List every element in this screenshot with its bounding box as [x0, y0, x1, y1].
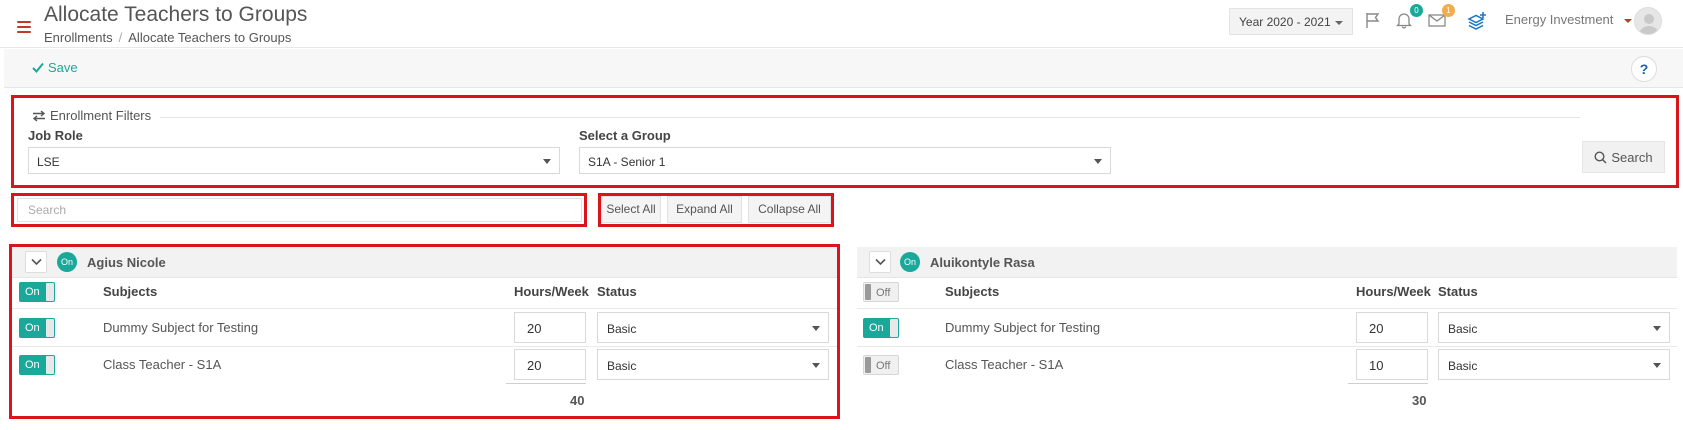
- breadcrumb: Enrollments / Allocate Teachers to Groups: [44, 30, 291, 45]
- status-select[interactable]: Basic: [1438, 349, 1670, 380]
- filter-search-label: Search: [1611, 149, 1653, 165]
- messages-badge: 1: [1442, 4, 1455, 17]
- year-select[interactable]: Year 2020 - 2021: [1229, 8, 1353, 35]
- teacher-name: Agius Nicole: [87, 255, 166, 270]
- teacher-all-toggle[interactable]: Off: [863, 282, 899, 302]
- user-caret-icon[interactable]: [1624, 19, 1632, 23]
- row-divider: [857, 308, 1677, 309]
- year-select-value: Year 2020 - 2021: [1239, 15, 1331, 29]
- caret-down-icon: [543, 159, 551, 164]
- hours-total: 40: [570, 393, 585, 408]
- expand-all-button[interactable]: Expand All: [667, 196, 742, 223]
- collapse-teacher-button[interactable]: [869, 251, 891, 273]
- caret-down-icon: [1094, 159, 1102, 164]
- teacher-panel-header: On Aluikontyle Rasa: [857, 247, 1677, 278]
- row-divider: [857, 346, 1677, 347]
- status-value: Basic: [1448, 359, 1478, 373]
- chevron-down-icon: [875, 258, 886, 266]
- caret-down-icon: [812, 363, 820, 368]
- hours-column-header: Hours/Week: [1356, 284, 1431, 299]
- subject-name: Class Teacher - S1A: [103, 357, 222, 372]
- subject-toggle[interactable]: Off: [863, 355, 899, 375]
- status-column-header: Status: [597, 284, 637, 299]
- subject-toggle[interactable]: On: [19, 318, 55, 338]
- exchange-icon: [32, 109, 46, 122]
- save-label: Save: [48, 60, 78, 75]
- subject-toggle[interactable]: On: [19, 355, 55, 375]
- menu-icon[interactable]: [17, 21, 31, 33]
- filters-highlight: [11, 95, 1679, 188]
- group-value: S1A - Senior 1: [588, 155, 666, 169]
- hours-input[interactable]: 20: [1356, 312, 1428, 343]
- layers-add-icon[interactable]: [1467, 11, 1487, 31]
- teacher-panel-header: On Agius Nicole: [12, 247, 837, 278]
- caret-down-icon: [812, 326, 820, 331]
- subject-toggle[interactable]: On: [863, 318, 899, 338]
- collapse-teacher-button[interactable]: [25, 251, 47, 273]
- total-divider: [1348, 383, 1428, 384]
- breadcrumb-enrollments[interactable]: Enrollments: [44, 30, 113, 45]
- hours-input[interactable]: 20: [514, 312, 586, 343]
- hours-input[interactable]: 10: [1356, 349, 1428, 380]
- caret-down-icon: [1335, 21, 1343, 25]
- status-select[interactable]: Basic: [597, 312, 829, 343]
- status-value: Basic: [607, 322, 637, 336]
- filters-legend-text: Enrollment Filters: [50, 108, 152, 123]
- row-divider: [12, 346, 837, 347]
- group-select[interactable]: S1A - Senior 1: [579, 147, 1111, 174]
- job-role-label: Job Role: [28, 128, 83, 143]
- group-label: Select a Group: [579, 128, 671, 143]
- status-select[interactable]: Basic: [1438, 312, 1670, 343]
- status-select[interactable]: Basic: [597, 349, 829, 380]
- teacher-status-badge: On: [900, 252, 920, 272]
- status-value: Basic: [607, 359, 637, 373]
- subjects-column-header: Subjects: [103, 284, 158, 299]
- legend-divider: [160, 117, 1580, 118]
- search-icon: [1594, 150, 1607, 164]
- filter-search-button[interactable]: Search: [1582, 141, 1665, 173]
- collapse-all-button[interactable]: Collapse All: [748, 196, 831, 223]
- user-name[interactable]: Energy Investment: [1505, 12, 1613, 27]
- subject-name: Dummy Subject for Testing: [945, 320, 1101, 335]
- subject-name: Class Teacher - S1A: [945, 357, 1064, 372]
- chevron-down-icon: [31, 258, 42, 266]
- job-role-value: LSE: [37, 155, 60, 169]
- hours-input[interactable]: 20: [514, 349, 586, 380]
- page-title: Allocate Teachers to Groups: [44, 3, 308, 26]
- notifications-badge: 0: [1410, 4, 1423, 17]
- top-header: Allocate Teachers to Groups Enrollments /…: [0, 0, 1683, 48]
- teacher-name: Aluikontyle Rasa: [930, 255, 1035, 270]
- subject-name: Dummy Subject for Testing: [103, 320, 259, 335]
- teacher-search-input[interactable]: [17, 198, 582, 222]
- bell-icon[interactable]: 0: [1395, 4, 1423, 31]
- select-all-button[interactable]: Select All: [601, 196, 661, 223]
- save-button[interactable]: Save: [32, 60, 78, 75]
- avatar[interactable]: [1634, 7, 1662, 35]
- breadcrumb-separator: /: [118, 30, 123, 45]
- status-column-header: Status: [1438, 284, 1478, 299]
- teacher-all-toggle[interactable]: On: [19, 282, 55, 302]
- hours-column-header: Hours/Week: [514, 284, 589, 299]
- action-toolbar: Save ?: [4, 49, 1683, 88]
- check-icon: [32, 62, 44, 73]
- hours-total: 30: [1412, 393, 1427, 408]
- caret-down-icon: [1653, 326, 1661, 331]
- breadcrumb-current: Allocate Teachers to Groups: [128, 30, 292, 45]
- flag-icon[interactable]: [1364, 11, 1384, 31]
- teacher-status-badge: On: [57, 252, 77, 272]
- subjects-column-header: Subjects: [945, 284, 1000, 299]
- total-divider: [506, 383, 586, 384]
- job-role-select[interactable]: LSE: [28, 147, 560, 174]
- envelope-icon[interactable]: 1: [1427, 4, 1455, 31]
- help-button[interactable]: ?: [1631, 56, 1657, 82]
- status-value: Basic: [1448, 322, 1478, 336]
- row-divider: [12, 308, 837, 309]
- filters-legend: Enrollment Filters: [32, 108, 151, 123]
- caret-down-icon: [1653, 363, 1661, 368]
